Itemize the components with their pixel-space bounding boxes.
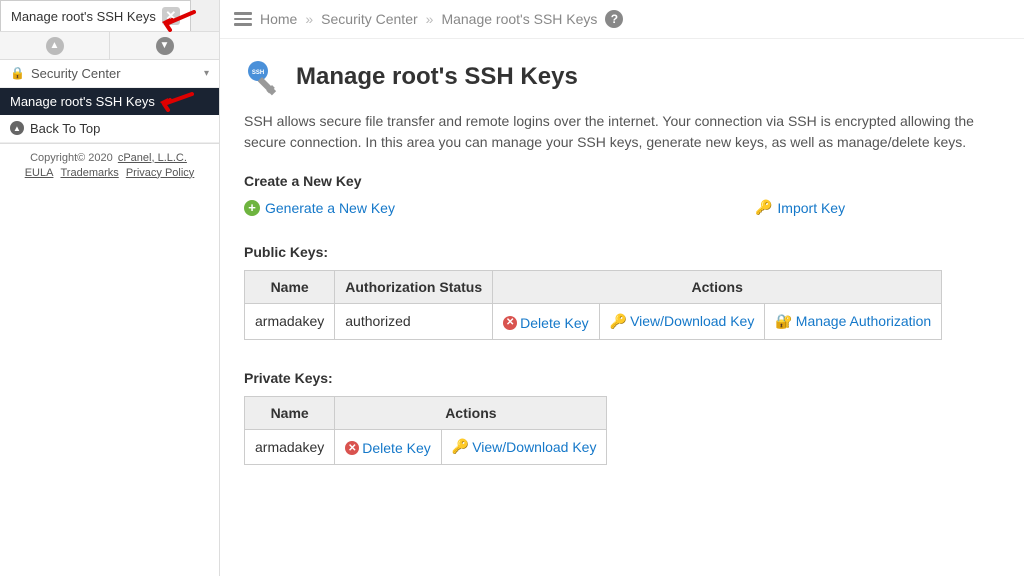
table-header-status: Authorization Status bbox=[335, 271, 493, 304]
key-name-cell: armadakey bbox=[245, 304, 335, 340]
breadcrumb-home[interactable]: Home bbox=[260, 11, 297, 27]
nav-arrows: ▲ ▼ bbox=[0, 32, 219, 60]
delete-icon: ✕ bbox=[503, 316, 517, 330]
annotation-arrow-icon bbox=[158, 90, 194, 112]
key-auth-icon: 🔐 bbox=[775, 313, 792, 330]
breadcrumb-separator: » bbox=[305, 11, 313, 27]
ssh-key-icon: SSH bbox=[244, 57, 284, 97]
public-keys-table: Name Authorization Status Actions armada… bbox=[244, 270, 942, 340]
page-description: SSH allows secure file transfer and remo… bbox=[244, 111, 1000, 153]
generate-key-link[interactable]: + Generate a New Key bbox=[244, 199, 395, 216]
import-key-link[interactable]: 🔑 Import Key bbox=[755, 199, 845, 216]
footer-link-privacy[interactable]: Privacy Policy bbox=[126, 167, 194, 179]
nav-next[interactable]: ▼ bbox=[110, 32, 219, 59]
create-key-heading: Create a New Key bbox=[244, 173, 1000, 189]
key-status-cell: authorized bbox=[335, 304, 493, 340]
sidebar-section-label: Security Center bbox=[31, 66, 121, 81]
key-icon: 🔑 bbox=[452, 438, 469, 455]
table-header-name: Name bbox=[245, 271, 335, 304]
table-row: armadakey ✕ Delete Key 🔑View/Download Ke… bbox=[245, 429, 607, 465]
breadcrumb-section[interactable]: Security Center bbox=[321, 11, 417, 27]
key-icon: 🔑 bbox=[755, 199, 772, 216]
tab-title: Manage root's SSH Keys bbox=[11, 9, 156, 24]
table-header-actions: Actions bbox=[493, 271, 942, 304]
key-icon: 🔑 bbox=[610, 313, 627, 330]
import-key-label: Import Key bbox=[777, 200, 845, 216]
manage-auth-link[interactable]: 🔐Manage Authorization bbox=[775, 313, 931, 330]
generate-key-label: Generate a New Key bbox=[265, 200, 395, 216]
delete-icon: ✕ bbox=[345, 441, 359, 455]
chevron-down-icon: ▼ bbox=[156, 37, 174, 55]
company-link[interactable]: cPanel, L.L.C. bbox=[118, 152, 187, 164]
table-header-name: Name bbox=[245, 396, 335, 429]
annotation-arrow-icon bbox=[160, 10, 196, 32]
footer-link-eula[interactable]: EULA bbox=[25, 167, 54, 179]
copyright-text: Copyright© 2020 bbox=[30, 152, 116, 164]
arrow-up-icon: ▲ bbox=[10, 121, 24, 135]
breadcrumb-separator: » bbox=[426, 11, 434, 27]
breadcrumb-current: Manage root's SSH Keys bbox=[441, 11, 597, 27]
svg-text:SSH: SSH bbox=[252, 70, 264, 76]
private-keys-heading: Private Keys: bbox=[244, 370, 1000, 386]
sidebar-item-label: Back To Top bbox=[30, 121, 100, 136]
plus-icon: + bbox=[244, 200, 260, 216]
key-name-cell: armadakey bbox=[245, 429, 335, 465]
page-title: Manage root's SSH Keys bbox=[296, 63, 578, 91]
table-row: armadakey authorized ✕Delete Key 🔑View/D… bbox=[245, 304, 942, 340]
sidebar-footer: Copyright© 2020 cPanel, L.L.C. EULA Trad… bbox=[0, 143, 219, 187]
delete-key-link[interactable]: ✕ Delete Key bbox=[345, 440, 430, 456]
public-keys-heading: Public Keys: bbox=[244, 244, 1000, 260]
chevron-down-icon: ▾ bbox=[204, 68, 209, 79]
lock-icon: 🔒 bbox=[10, 66, 25, 80]
private-keys-table: Name Actions armadakey ✕ Delete Key 🔑Vie… bbox=[244, 396, 607, 466]
sidebar-item-manage-ssh[interactable]: Manage root's SSH Keys bbox=[0, 88, 219, 115]
menu-icon[interactable] bbox=[234, 12, 252, 26]
nav-prev[interactable]: ▲ bbox=[0, 32, 110, 59]
footer-link-trademarks[interactable]: Trademarks bbox=[61, 167, 119, 179]
table-header-actions: Actions bbox=[335, 396, 607, 429]
sidebar-section-security[interactable]: 🔒 Security Center ▾ bbox=[0, 60, 219, 88]
view-key-link[interactable]: 🔑View/Download Key bbox=[452, 438, 597, 455]
page-header: SSH Manage root's SSH Keys bbox=[244, 57, 1000, 97]
chevron-up-icon: ▲ bbox=[46, 37, 64, 55]
breadcrumb-bar: Home » Security Center » Manage root's S… bbox=[220, 0, 1024, 39]
view-key-link[interactable]: 🔑View/Download Key bbox=[610, 313, 755, 330]
help-icon[interactable]: ? bbox=[605, 10, 623, 28]
sidebar-item-back-to-top[interactable]: ▲ Back To Top bbox=[0, 115, 219, 143]
delete-key-link[interactable]: ✕Delete Key bbox=[503, 315, 588, 331]
sidebar-item-label: Manage root's SSH Keys bbox=[10, 94, 155, 109]
tab-bar: Manage root's SSH Keys ✕ bbox=[0, 0, 219, 32]
